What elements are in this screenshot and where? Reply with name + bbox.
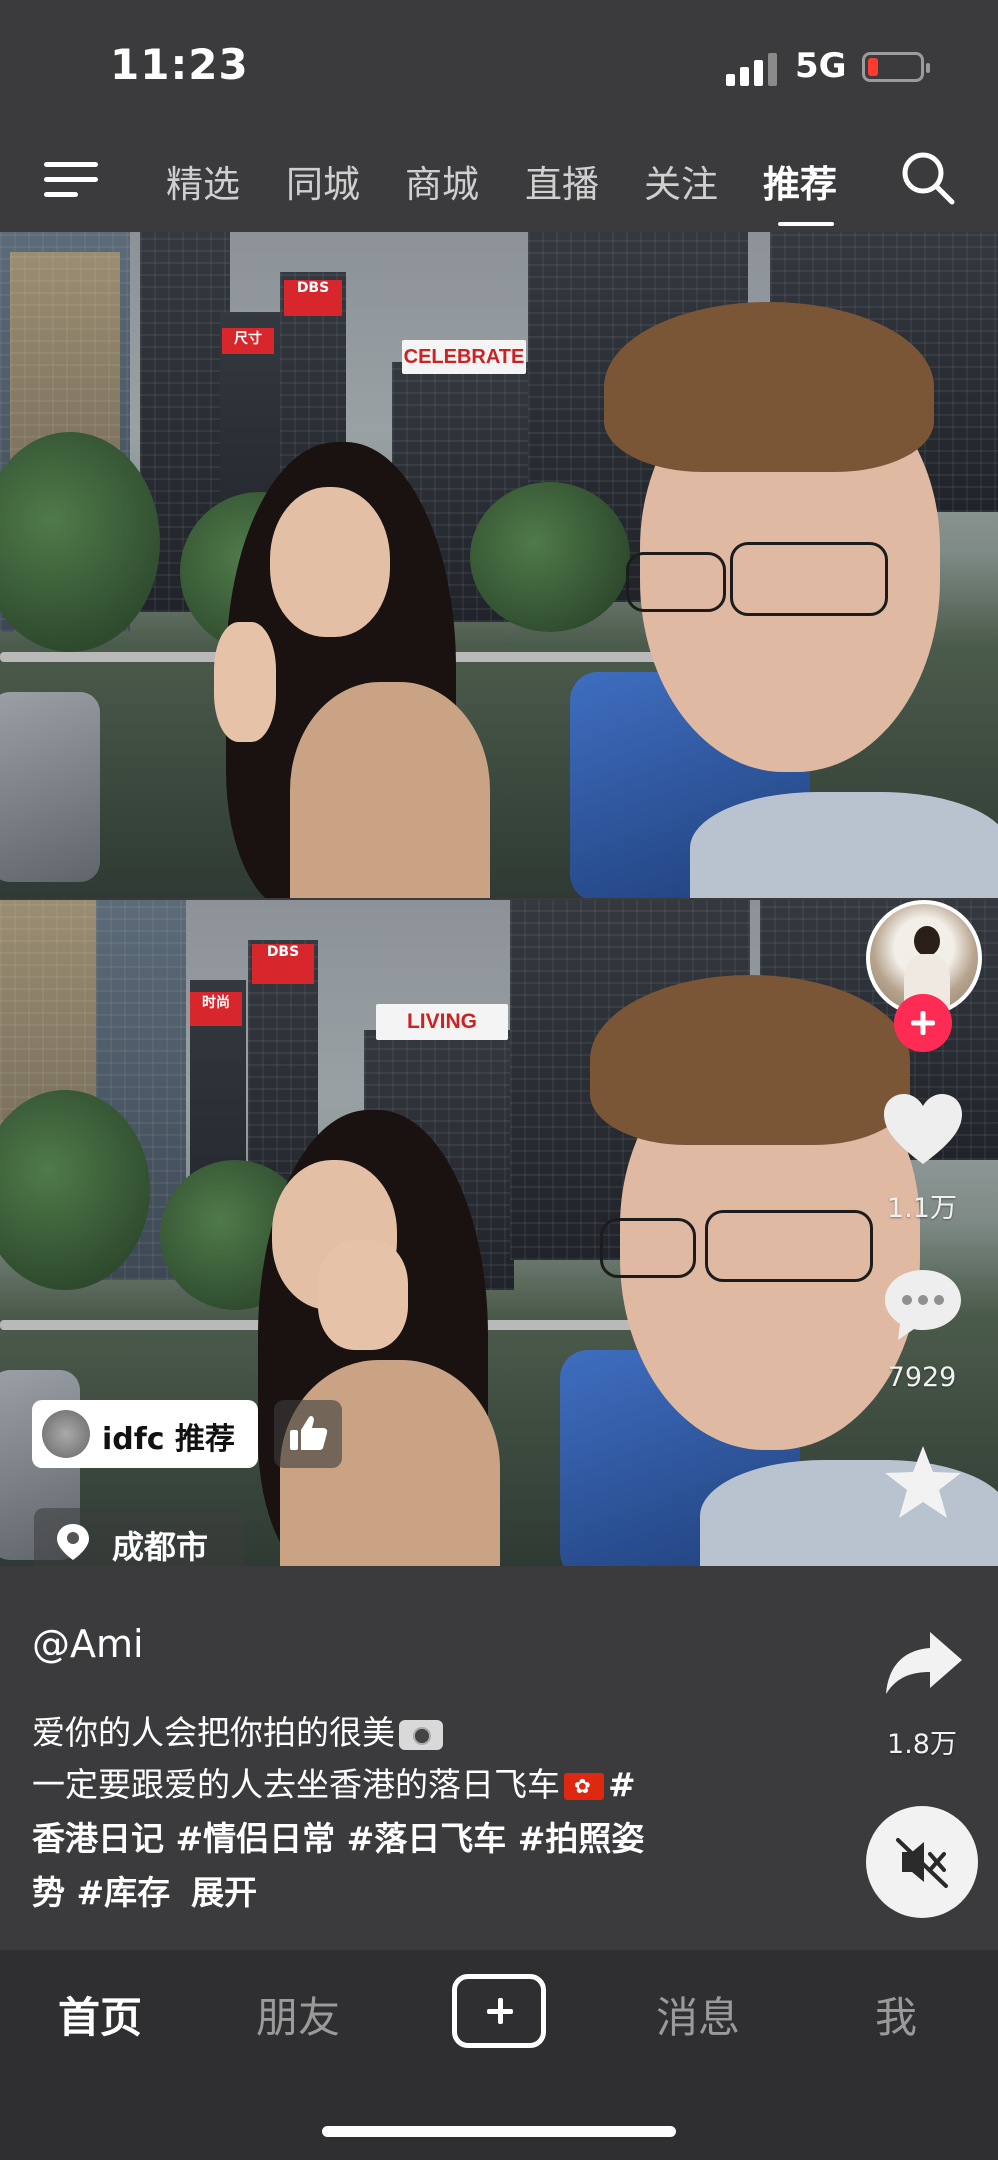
nav-home[interactable]: 首页 xyxy=(30,1984,170,2045)
tab-featured[interactable]: 精选 xyxy=(166,154,240,208)
status-bar: 11:23 5G xyxy=(0,0,998,140)
share-icon[interactable] xyxy=(882,1628,966,1698)
caption-text-1: 爱你的人会把你拍的很美 xyxy=(32,1713,395,1752)
comment-count: 7929 xyxy=(887,1362,957,1393)
caption-line-1: 爱你的人会把你拍的很美 xyxy=(32,1706,443,1754)
caption-hashtags-1[interactable]: 香港日记 #情侣日常 #落日飞车 #拍照姿 xyxy=(32,1812,644,1860)
active-tab-indicator xyxy=(778,222,834,226)
recommender-avatar xyxy=(42,1410,90,1458)
menu-icon[interactable] xyxy=(44,156,98,202)
share-count: 1.8万 xyxy=(887,1729,957,1760)
caption-line-2: 一定要跟爱的人去坐香港的落日飞车 # xyxy=(32,1758,636,1806)
mute-icon xyxy=(896,1838,948,1888)
bank-sign-2: DBS xyxy=(252,944,314,984)
heart-icon[interactable] xyxy=(880,1090,966,1170)
home-indicator[interactable] xyxy=(322,2126,676,2137)
nav-messages[interactable]: 消息 xyxy=(628,1984,768,2045)
nav-me[interactable]: 我 xyxy=(826,1984,966,2045)
bank-sign-1: DBS xyxy=(284,280,342,316)
camera-emoji xyxy=(399,1719,443,1750)
nav-friends[interactable]: 朋友 xyxy=(228,1984,368,2045)
tab-nearby[interactable]: 同城 xyxy=(286,154,360,208)
thumbs-up-icon xyxy=(290,1416,328,1450)
caption-line-4: 势 #库存 展开 xyxy=(32,1866,257,1914)
star-icon[interactable] xyxy=(880,1442,966,1524)
billboard-sign-2: LIVING xyxy=(376,1004,508,1040)
tab-recommended[interactable]: 推荐 xyxy=(763,154,837,208)
location-chip[interactable]: 成都市 xyxy=(34,1508,244,1574)
mute-button[interactable] xyxy=(866,1806,978,1918)
caption-text-2: 一定要跟爱的人去坐香港的落日飞车 xyxy=(32,1765,560,1804)
hong-kong-flag-emoji xyxy=(564,1773,604,1800)
battery-icon xyxy=(862,52,930,82)
location-pin-icon xyxy=(57,1524,89,1560)
video-frame-top[interactable]: 尺寸 DBS CELEBRATE xyxy=(0,232,998,898)
follow-plus-button[interactable] xyxy=(894,994,952,1052)
signal-icon xyxy=(726,52,780,86)
top-nav: 精选 同城 商城 直播 关注 推荐 xyxy=(0,140,998,232)
comment-icon[interactable] xyxy=(880,1266,966,1346)
tab-mall[interactable]: 商城 xyxy=(405,154,479,208)
tab-following[interactable]: 关注 xyxy=(644,154,718,208)
network-type: 5G xyxy=(795,46,847,86)
billboard-sign-1: CELEBRATE xyxy=(402,340,526,374)
expand-caption-link[interactable]: 展开 xyxy=(191,1873,257,1912)
thumbs-up-button[interactable] xyxy=(274,1400,342,1468)
caption-hash[interactable]: # xyxy=(608,1765,636,1804)
location-label: 成都市 xyxy=(112,1528,209,1566)
recommend-chip-label: idfc 推荐 xyxy=(102,1422,236,1457)
status-time: 11:23 xyxy=(110,40,249,89)
author-username[interactable]: @Ami xyxy=(32,1622,144,1666)
create-post-button[interactable] xyxy=(452,1974,546,2048)
caption-hashtags-2[interactable]: 势 #库存 xyxy=(32,1873,170,1912)
like-count: 1.1万 xyxy=(887,1193,957,1224)
tab-live[interactable]: 直播 xyxy=(525,154,599,208)
recommend-chip[interactable]: idfc 推荐 xyxy=(32,1400,258,1468)
search-icon[interactable] xyxy=(898,148,958,208)
